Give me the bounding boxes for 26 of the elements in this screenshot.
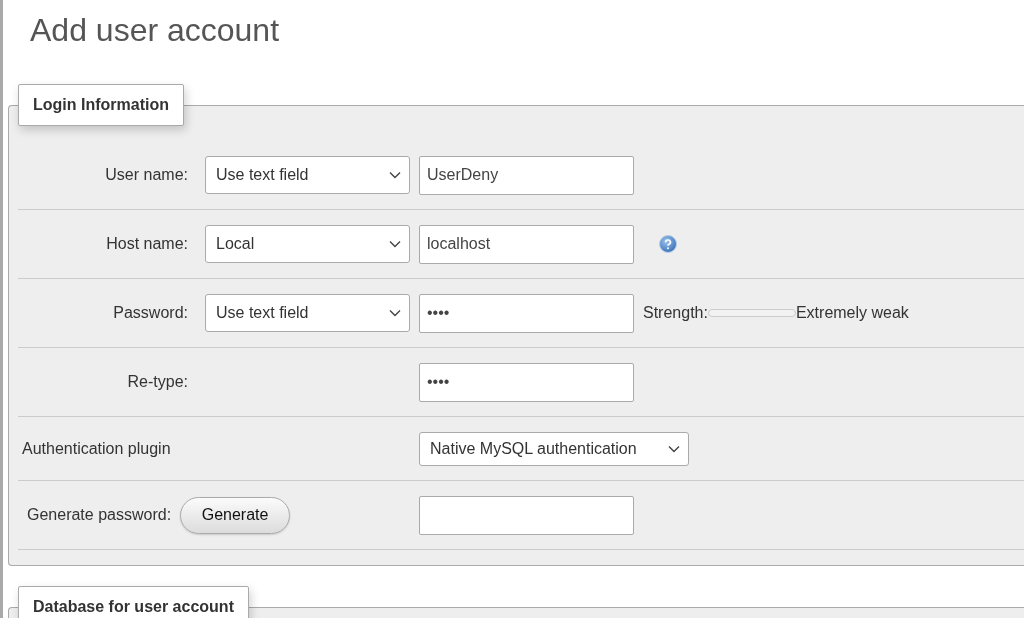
field-label: Generate password:	[27, 506, 172, 524]
strength-reading: Extremely weak	[795, 304, 909, 322]
dropdown[interactable]: Use text field	[205, 294, 410, 332]
input-field[interactable]	[419, 495, 634, 535]
field-label: Password:	[113, 304, 189, 322]
dropdown[interactable]: Native MySQL authentication	[419, 431, 689, 466]
section-legend: Database for user account	[18, 586, 249, 618]
field-label: User name:	[105, 166, 189, 184]
dropdown[interactable]: Use text field	[205, 156, 410, 194]
field-label: Authentication plugin	[21, 439, 172, 458]
field-label: Re-type:	[127, 373, 189, 391]
strength-label: Strength:	[643, 304, 708, 322]
page-title: Add user account	[29, 11, 281, 50]
help-icon[interactable]	[659, 235, 677, 253]
input-field[interactable]: localhost	[419, 224, 634, 264]
chevron-down-icon	[389, 171, 401, 179]
generate-button[interactable]: Generate	[180, 496, 291, 534]
chevron-down-icon	[389, 309, 401, 317]
chevron-down-icon	[668, 444, 680, 453]
chevron-down-icon	[389, 240, 401, 248]
input-field[interactable]: UserDeny	[419, 155, 634, 195]
dropdown[interactable]: Local	[205, 225, 410, 263]
section-legend: Login Information	[18, 84, 184, 126]
input-field[interactable]: ••••	[419, 293, 634, 333]
field-label: Host name:	[106, 235, 189, 253]
input-field[interactable]: ••••	[419, 362, 634, 402]
